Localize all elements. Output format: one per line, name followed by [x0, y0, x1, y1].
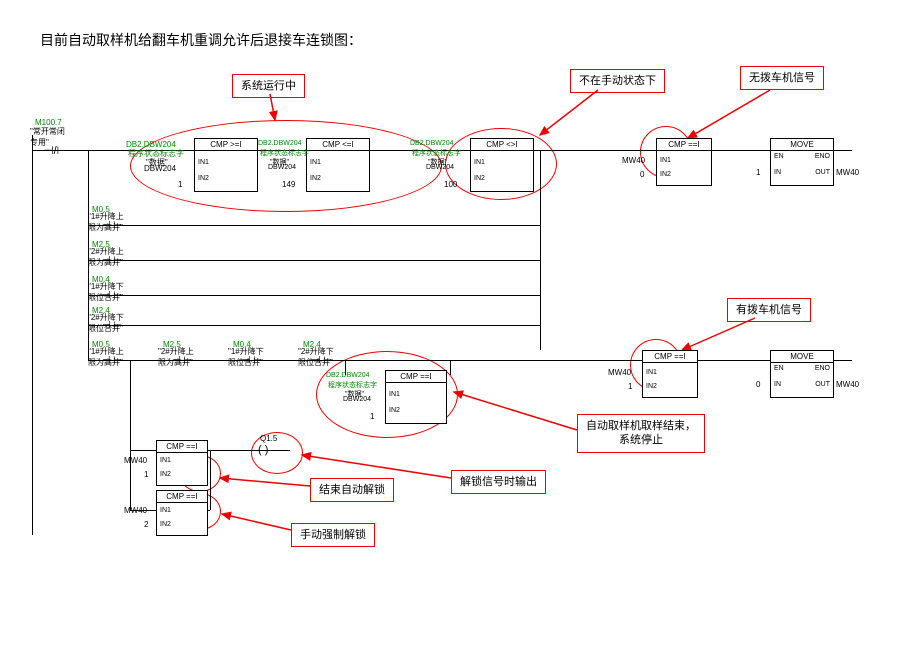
lbl-mw40-4: MW40	[124, 456, 147, 465]
lbl-dbw-2: DBW204	[268, 164, 296, 171]
block-move-2: MOVE EN ENO IN OUT	[770, 350, 834, 398]
lbl-v100: 100	[444, 180, 457, 189]
c2-m2-5-sym: ⊣ ⊢	[172, 355, 192, 366]
r2-pv-right	[450, 360, 451, 375]
lbl-mw40-3: MW40	[608, 368, 631, 377]
block-cmp-le-1: CMP <=I IN1 IN2	[306, 138, 370, 192]
lbl-v1-1: 1	[178, 180, 182, 189]
c2-m0-5-sym: ⊣ ⊢	[102, 355, 122, 366]
c2-m0-4-sym: ⊣ ⊢	[242, 355, 262, 366]
annotation-has-car-signal: 有拨车机信号	[727, 298, 811, 322]
lbl-db2-3: DB2.DBW204	[410, 140, 454, 147]
annotation-sys-running: 系统运行中	[232, 74, 305, 98]
rung2-line	[88, 360, 852, 361]
q15-paren: ( )	[258, 444, 268, 456]
r3-v2	[210, 450, 211, 510]
block-cmp-eq-1: CMP ==I IN1 IN2	[656, 138, 712, 186]
annotation-end-unlock: 结束自动解锁	[310, 478, 394, 502]
lbl-v1-3: 1	[628, 382, 632, 391]
c2-m2-4-sym: ⊣ ⊢	[312, 355, 332, 366]
block-cmp-eq-4: CMP ==I IN1 IN2	[156, 440, 208, 486]
lbl-dbw-1: DBW204	[144, 164, 176, 173]
block-move-1: MOVE EN ENO IN OUT	[770, 138, 834, 186]
lbl-v2-5: 2	[144, 520, 148, 529]
power-rail-left	[32, 135, 33, 535]
q15-addr: Q1.5	[260, 434, 277, 443]
r3-v1	[130, 360, 131, 510]
lbl-v0-move2: 0	[756, 380, 760, 389]
branch1	[88, 225, 540, 226]
lbl-v149: 149	[282, 180, 295, 189]
block-cmp-eq-2: CMP ==I IN1 IN2	[385, 370, 447, 424]
block-cmp-eq-3: CMP ==I IN1 IN2	[642, 350, 698, 398]
lbl-dbw-3: DBW204	[426, 164, 454, 171]
diagram-title: 目前自动取样机给翻车机重调允许后退接车连锁图：	[40, 30, 362, 50]
contact-m100-7-sym: ⊣/⊢	[44, 144, 66, 157]
lbl-db2-2: DB2.DBW204	[258, 140, 302, 147]
c-m2-5-sym: ⊣ ⊢	[102, 255, 122, 266]
branch-v2	[540, 150, 541, 350]
annotation-no-car-signal: 无拨车机信号	[740, 66, 824, 90]
lbl-db2-4: DB2.DBW204	[326, 372, 370, 379]
lbl-dbw-4: DBW204	[343, 396, 371, 403]
annotation-sample-end: 自动取样机取样结束， 系统停止	[577, 414, 705, 453]
block-cmp-eq-5: CMP ==I IN1 IN2	[156, 490, 208, 536]
annotation-manual-unlock: 手动强制解锁	[291, 523, 375, 547]
c-m0-5-sym: ⊣ ⊢	[102, 220, 122, 231]
lbl-v1-move1: 1	[756, 168, 760, 177]
block-cmp-ge-1: CMP >=I IN1 IN2	[194, 138, 258, 192]
lbl-v0-1: 0	[640, 170, 644, 179]
lbl-v1-2: 1	[370, 412, 374, 421]
block-cmp-ne-1: CMP <>I IN1 IN2	[470, 138, 534, 192]
lbl-mw40-5: MW40	[124, 506, 147, 515]
branch2	[88, 260, 540, 261]
lbl-mw40-move2: MW40	[836, 380, 859, 389]
branch4	[88, 325, 540, 326]
lbl-v1-4: 1	[144, 470, 148, 479]
annotation-unlock-out: 解锁信号时输出	[451, 470, 546, 494]
c-m2-4-sym: ⊣ ⊢	[102, 320, 122, 331]
branch3	[88, 295, 540, 296]
c-m0-4-sym: ⊣ ⊢	[102, 290, 122, 301]
r2-pv-left	[345, 360, 346, 375]
lbl-mw40-1: MW40	[622, 156, 645, 165]
lbl-mw40-move1: MW40	[836, 168, 859, 177]
annotation-not-manual: 不在手动状态下	[570, 69, 665, 93]
